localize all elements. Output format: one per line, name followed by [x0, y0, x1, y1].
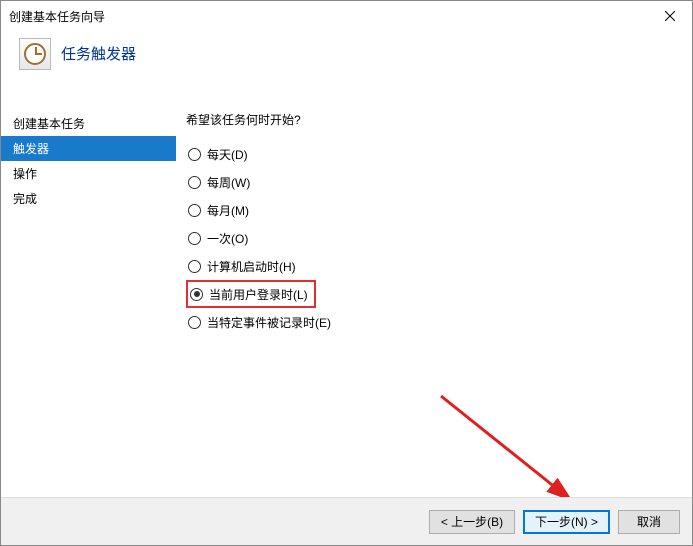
radio-label: 每周(W)	[207, 174, 250, 191]
wizard-footer: < 上一步(B) 下一步(N) > 取消	[1, 497, 692, 545]
wizard-header: 任务触发器	[1, 31, 692, 76]
radio-label: 每天(D)	[207, 146, 248, 163]
radio-icon	[188, 232, 201, 245]
window-title: 创建基本任务向导	[9, 8, 105, 25]
radio-on-event[interactable]: 当特定事件被记录时(E)	[186, 308, 692, 336]
next-button[interactable]: 下一步(N) >	[523, 510, 610, 534]
titlebar: 创建基本任务向导	[1, 1, 692, 31]
radio-at-logon[interactable]: 当前用户登录时(L)	[190, 286, 308, 303]
back-button[interactable]: < 上一步(B)	[429, 510, 515, 534]
radio-label: 一次(O)	[207, 230, 248, 247]
radio-icon	[188, 260, 201, 273]
page-title: 任务触发器	[61, 43, 136, 64]
close-icon	[665, 11, 675, 21]
radio-icon	[188, 148, 201, 161]
sidebar-item-finish[interactable]: 完成	[1, 186, 176, 211]
close-button[interactable]	[647, 1, 692, 31]
wizard-icon	[19, 38, 51, 70]
radio-label: 当前用户登录时(L)	[209, 286, 308, 303]
radio-label: 计算机启动时(H)	[207, 258, 296, 275]
annotation-highlight: 当前用户登录时(L)	[186, 280, 316, 308]
radio-icon	[188, 204, 201, 217]
radio-at-startup[interactable]: 计算机启动时(H)	[186, 252, 692, 280]
radio-icon	[188, 316, 201, 329]
radio-icon	[190, 288, 203, 301]
sidebar-item-create-basic-task[interactable]: 创建基本任务	[1, 111, 176, 136]
radio-monthly[interactable]: 每月(M)	[186, 196, 692, 224]
prompt-text: 希望该任务何时开始?	[186, 111, 692, 128]
sidebar-item-trigger[interactable]: 触发器	[1, 136, 176, 161]
radio-icon	[188, 176, 201, 189]
main-panel: 希望该任务何时开始? 每天(D) 每周(W) 每月(M) 一次(O) 计算机启动…	[176, 111, 692, 495]
radio-label: 当特定事件被记录时(E)	[207, 314, 331, 331]
sidebar-item-action[interactable]: 操作	[1, 161, 176, 186]
radio-daily[interactable]: 每天(D)	[186, 140, 692, 168]
radio-weekly[interactable]: 每周(W)	[186, 168, 692, 196]
radio-label: 每月(M)	[207, 202, 249, 219]
wizard-steps-sidebar: 创建基本任务 触发器 操作 完成	[1, 111, 176, 495]
content-area: 创建基本任务 触发器 操作 完成 希望该任务何时开始? 每天(D) 每周(W) …	[1, 111, 692, 495]
cancel-button[interactable]: 取消	[618, 510, 680, 534]
radio-once[interactable]: 一次(O)	[186, 224, 692, 252]
